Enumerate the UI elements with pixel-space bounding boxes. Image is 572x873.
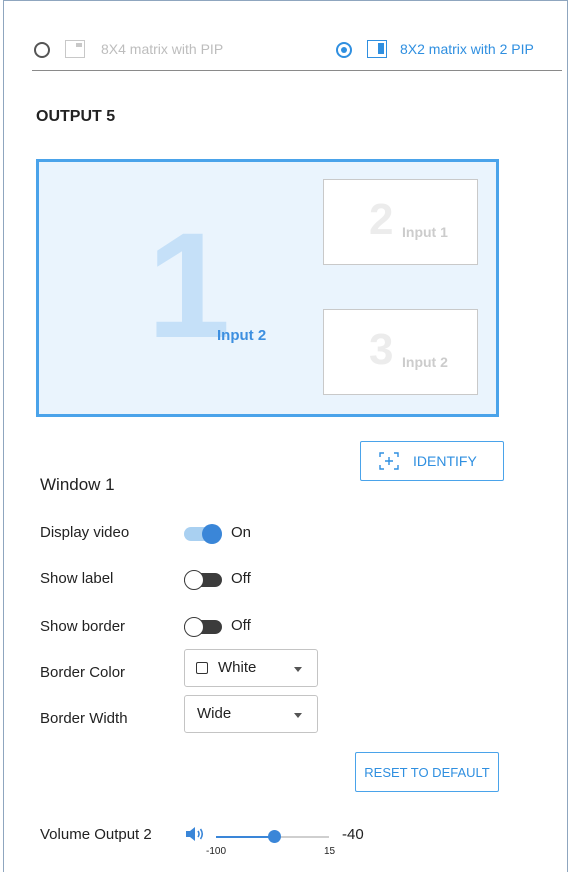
show-border-toggle[interactable]: [184, 617, 222, 637]
show-border-label: Show border: [40, 618, 126, 635]
identify-button[interactable]: IDENTIFY: [360, 441, 504, 481]
show-label-state: Off: [231, 570, 251, 587]
identify-label: IDENTIFY: [413, 453, 477, 469]
display-video-toggle[interactable]: [184, 524, 222, 544]
show-label-label: Show label: [40, 570, 114, 587]
main-window-label: Input 2: [217, 327, 267, 344]
panel-frame: [3, 0, 568, 872]
pip-window-2[interactable]: 2 Input 1: [323, 179, 478, 265]
border-width-value: Wide: [197, 705, 232, 722]
chevron-down-icon: [294, 713, 302, 718]
border-width-select[interactable]: Wide: [184, 695, 318, 733]
speaker-icon[interactable]: [184, 824, 206, 844]
pip-window-3[interactable]: 3 Input 2: [323, 309, 478, 395]
volume-min-label: -100: [206, 846, 227, 857]
border-color-label: Border Color: [40, 664, 126, 681]
identify-icon: [379, 452, 399, 470]
layout-radio-8x2[interactable]: [336, 42, 352, 58]
volume-slider-fill: [216, 836, 275, 838]
volume-label: Volume Output 2: [40, 826, 152, 843]
pip-window-label: Input 2: [402, 354, 448, 370]
pip-window-number: 2: [369, 195, 394, 244]
border-width-label: Border Width: [40, 710, 128, 727]
layout-label-8x4[interactable]: 8X4 matrix with PIP: [101, 41, 223, 57]
volume-value: -40: [342, 826, 364, 843]
layout-selector: 8X4 matrix with PIP 8X2 matrix with 2 PI…: [32, 36, 562, 71]
border-color-select[interactable]: White: [184, 649, 318, 687]
volume-max-label: 15: [324, 846, 336, 857]
layout-2pip-icon: [367, 40, 387, 58]
chevron-down-icon: [294, 667, 302, 672]
border-color-value: White: [218, 659, 257, 676]
display-video-state: On: [231, 524, 252, 541]
layout-label-8x2[interactable]: 8X2 matrix with 2 PIP: [400, 41, 534, 57]
window-title: Window 1: [40, 475, 115, 494]
reset-label: RESET TO DEFAULT: [364, 765, 490, 780]
layout-radio-8x4[interactable]: [34, 42, 50, 58]
color-swatch: [196, 662, 208, 674]
pip-window-label: Input 1: [402, 224, 448, 240]
layout-pip-icon: [65, 40, 85, 58]
output-title: OUTPUT 5: [36, 108, 116, 125]
output-preview[interactable]: 1 Input 2 2 Input 1 3 Input 2: [36, 159, 499, 417]
pip-window-number: 3: [369, 325, 394, 374]
display-video-label: Display video: [40, 524, 130, 541]
show-border-state: Off: [231, 617, 251, 634]
show-label-toggle[interactable]: [184, 570, 222, 590]
reset-to-default-button[interactable]: RESET TO DEFAULT: [355, 752, 499, 792]
